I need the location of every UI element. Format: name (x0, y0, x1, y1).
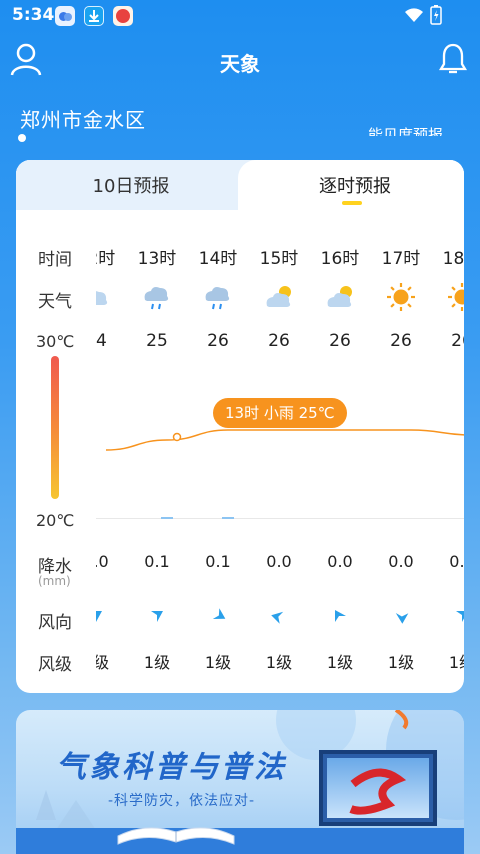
location-pager (18, 134, 462, 142)
banner-base (16, 828, 464, 854)
temperature-tooltip: 13时 小雨 25℃ (213, 398, 347, 428)
precip-bar (161, 517, 173, 519)
banner-subtitle: -科学防灾，依法应对- (108, 793, 256, 809)
download-icon (84, 6, 104, 26)
pager-dot (18, 134, 26, 142)
location-name[interactable]: 郑州市金水区 (20, 104, 146, 133)
banner-logo-icon (349, 768, 407, 815)
battery-icon (430, 5, 442, 25)
status-time: 5:34 (12, 5, 55, 25)
banner-title: 气象科普与普法 (56, 750, 287, 785)
banner-screen-illustration (319, 750, 437, 826)
app-notification-icon-2 (113, 6, 133, 26)
header: 天象 (0, 36, 480, 84)
bell-icon[interactable] (438, 42, 468, 76)
temperature-point-highlight (172, 432, 182, 442)
forecast-card: 10日预报 逐时预报 时间 天气 30℃ 20℃ 降水 (mm) 风向 风级 1… (16, 160, 464, 693)
book-icon (117, 827, 235, 845)
wifi-icon (405, 8, 423, 22)
app-notification-icon (55, 6, 75, 26)
page-title: 天象 (220, 52, 260, 76)
precip-bar (222, 517, 234, 519)
status-bar: 5:34 (0, 0, 480, 32)
temperature-series-line (105, 429, 464, 451)
promo-banner[interactable]: 气象科普与普法 -科学防灾，依法应对- (16, 710, 464, 854)
